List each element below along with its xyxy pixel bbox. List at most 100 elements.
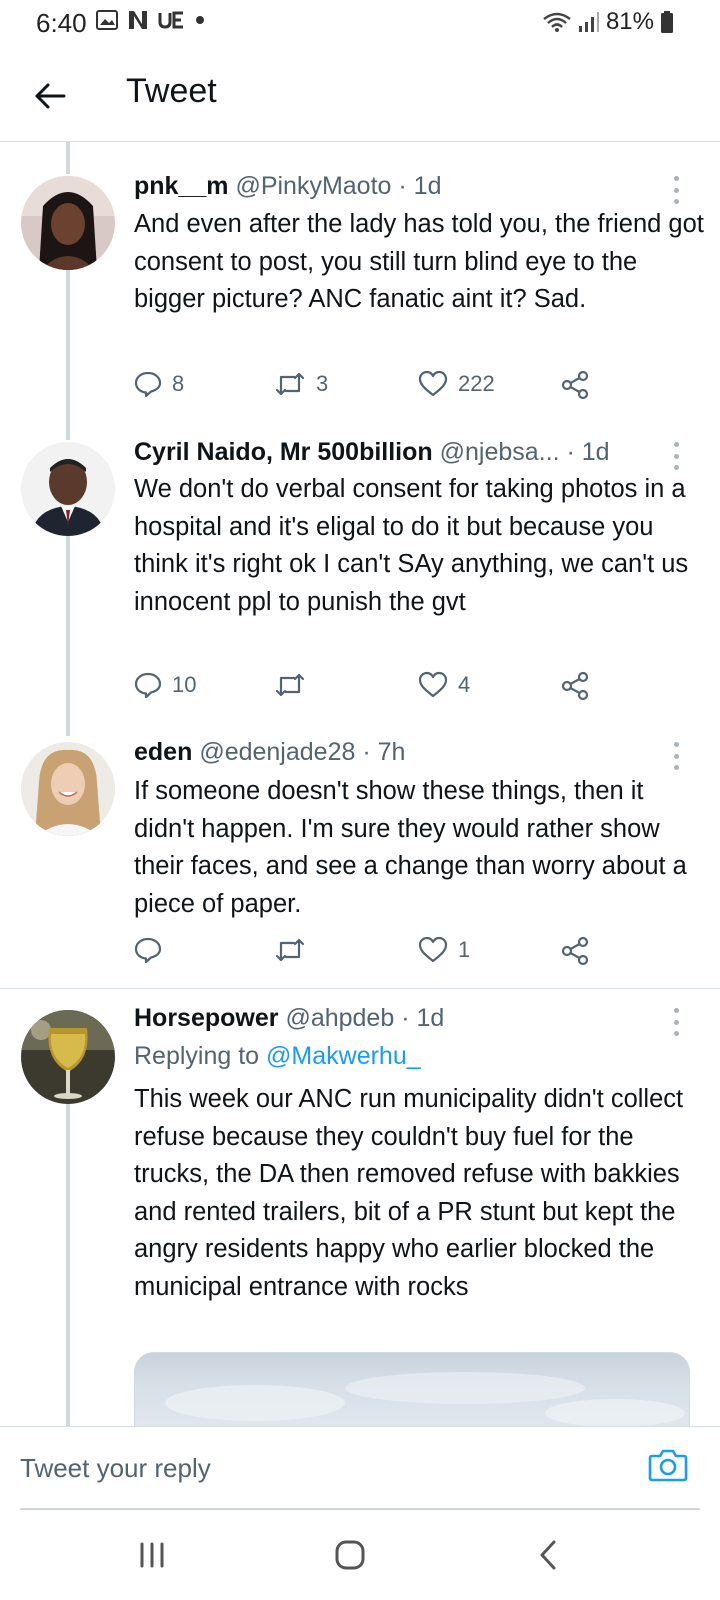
camera-button[interactable]	[644, 1441, 692, 1489]
retweet-icon	[275, 372, 305, 396]
share-icon	[561, 671, 589, 701]
more-vertical-icon	[673, 742, 679, 747]
like-button[interactable]: 222	[418, 370, 495, 398]
tweet-text: This week our ANC run municipality didn'…	[134, 1085, 684, 1301]
heart-icon	[418, 671, 448, 698]
home-button[interactable]	[320, 1530, 380, 1580]
avatar[interactable]	[21, 1010, 115, 1104]
author-handle[interactable]: @njebsa...	[440, 438, 560, 466]
tweet-time: · 1d	[401, 1004, 445, 1032]
reply-button[interactable]	[134, 936, 172, 964]
tweet-text: If someone doesn't show these things, th…	[134, 777, 687, 918]
heart-icon	[418, 370, 448, 397]
like-count: 4	[458, 672, 471, 697]
retweet-button[interactable]	[274, 936, 316, 964]
camera-icon	[648, 1449, 688, 1482]
status-bar: 6:40 81%	[0, 0, 720, 48]
tweet-header: Horsepower @ahpdeb · 1d	[134, 1004, 444, 1033]
system-nav-bar	[0, 1510, 720, 1600]
author-name[interactable]: eden	[134, 738, 192, 766]
share-icon	[561, 936, 589, 966]
tweet-actions: 1	[134, 936, 614, 972]
like-button[interactable]: 1	[418, 936, 470, 964]
reply-composer	[0, 1426, 720, 1510]
tweet-text: And even after the lady has told you, th…	[134, 210, 704, 313]
replying-handle-link[interactable]: @Makwerhu_	[266, 1042, 421, 1070]
netflix-icon	[129, 11, 147, 29]
share-button[interactable]	[560, 936, 590, 966]
media-image	[165, 1372, 685, 1426]
more-vertical-icon	[673, 1008, 679, 1013]
thread-line	[66, 536, 70, 736]
like-button[interactable]: 4	[418, 671, 470, 699]
recents-icon	[140, 1542, 164, 1568]
avatar[interactable]	[21, 442, 115, 536]
retweet-button[interactable]: 3	[274, 370, 328, 398]
tweet-time: · 7h	[362, 738, 406, 766]
dot-icon	[196, 16, 204, 24]
more-options-button[interactable]	[666, 742, 686, 770]
gallery-icon	[96, 10, 118, 30]
retweet-icon	[275, 938, 305, 962]
tweet-actions: 8 3 222	[134, 370, 614, 406]
like-count: 222	[458, 371, 495, 396]
back-nav-button[interactable]	[518, 1530, 578, 1580]
battery-icon	[661, 11, 673, 33]
battery-percent: 81%	[605, 8, 654, 35]
system-status: 81%	[542, 8, 674, 36]
notification-icons	[96, 10, 206, 30]
tweet-reply-input[interactable]	[20, 1445, 620, 1491]
share-button[interactable]	[560, 370, 590, 400]
top-app-bar: Tweet	[0, 56, 720, 142]
author-handle[interactable]: @edenjade28	[199, 738, 355, 766]
reply-count: 8	[172, 371, 185, 396]
recent-apps-button[interactable]	[122, 1530, 182, 1580]
author-handle[interactable]: @PinkyMaoto	[235, 172, 391, 200]
like-count: 1	[458, 937, 471, 962]
tweet-time: · 1d	[566, 438, 610, 466]
thread-divider	[0, 988, 720, 989]
comment-icon	[134, 937, 162, 964]
arrow-left-icon	[35, 83, 66, 109]
avatar[interactable]	[21, 742, 115, 836]
wifi-icon	[543, 12, 571, 32]
status-time: 6:40	[36, 8, 87, 38]
retweet-count: 3	[316, 371, 329, 396]
comment-icon	[134, 371, 162, 398]
page-title: Tweet	[126, 72, 217, 110]
back-button[interactable]	[28, 74, 72, 118]
more-options-button[interactable]	[666, 1008, 686, 1036]
heart-icon	[418, 936, 448, 963]
avatar[interactable]	[21, 176, 115, 270]
replying-label: Replying to	[134, 1042, 260, 1070]
tweet-header: eden @edenjade28 · 7h	[134, 738, 405, 767]
tweet-text: We don't do verbal consent for taking ph…	[134, 475, 689, 616]
signal-icon	[578, 12, 599, 32]
more-vertical-icon	[673, 442, 679, 447]
tweet-header: Cyril Naido, Mr 500billion @njebsa... · …	[134, 438, 610, 467]
more-options-button[interactable]	[666, 176, 686, 204]
reply-button[interactable]: 10	[134, 671, 196, 699]
tweet-media[interactable]	[134, 1352, 690, 1426]
more-options-button[interactable]	[666, 442, 686, 470]
app-ue-icon	[158, 11, 183, 29]
author-name[interactable]: Horsepower	[134, 1004, 278, 1032]
reply-count: 10	[172, 672, 197, 697]
author-handle[interactable]: @ahpdeb	[285, 1004, 394, 1032]
share-button[interactable]	[560, 671, 590, 701]
reply-button[interactable]: 8	[134, 370, 184, 398]
thread-line	[66, 270, 70, 440]
comment-icon	[134, 672, 162, 699]
retweet-button[interactable]	[274, 671, 316, 699]
thread-line	[66, 142, 70, 174]
more-vertical-icon	[673, 176, 679, 181]
tweet-actions: 10 4	[134, 671, 614, 707]
replying-to: Replying to @Makwerhu_	[134, 1042, 421, 1071]
chevron-left-icon	[540, 1540, 556, 1570]
home-icon	[335, 1540, 365, 1570]
tweet-feed[interactable]: pnk__m @PinkyMaoto · 1d And even after t…	[0, 142, 720, 1426]
tweet-header: pnk__m @PinkyMaoto · 1d	[134, 172, 441, 201]
author-name[interactable]: Cyril Naido, Mr 500billion	[134, 438, 433, 466]
author-name[interactable]: pnk__m	[134, 172, 228, 200]
thread-line	[66, 1104, 70, 1426]
